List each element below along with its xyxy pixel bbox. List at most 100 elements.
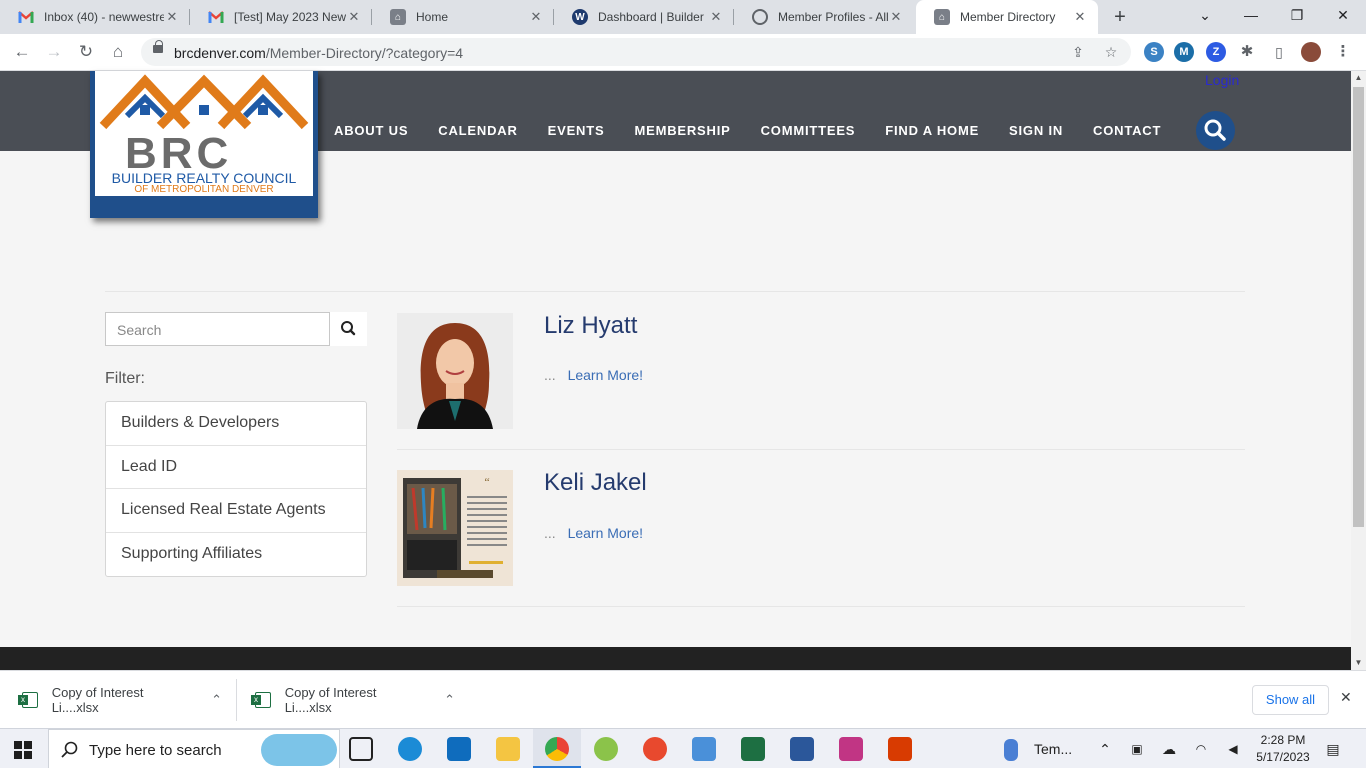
wifi-icon[interactable]: ◠ (1190, 729, 1212, 768)
show-all-downloads-button[interactable]: Show all (1252, 685, 1329, 715)
address-bar[interactable]: brcdenver.com/Member-Directory/?category… (141, 38, 1131, 66)
excel-file-icon (251, 692, 271, 708)
nav-committees[interactable]: COMMITTEES (761, 123, 856, 138)
tab-search-icon[interactable]: ⌄ (1182, 0, 1228, 32)
new-tab-button[interactable]: + (1108, 5, 1132, 29)
chevron-up-icon[interactable]: ⌃ (211, 692, 222, 708)
cloud-icon[interactable]: ☁ (1158, 729, 1180, 768)
nav-contact[interactable]: CONTACT (1093, 123, 1161, 138)
close-tab-icon[interactable]: ✕ (708, 9, 724, 25)
search-highlight-icon (261, 734, 337, 766)
filter-licensed-agents[interactable]: Licensed Real Estate Agents (106, 489, 366, 533)
tab-inbox[interactable]: Inbox (40) - newwestre ✕ (0, 0, 190, 34)
filter-builders-developers[interactable]: Builders & Developers (106, 402, 366, 446)
side-panel-icon[interactable]: ▯ (1269, 42, 1289, 62)
forward-button[interactable]: → (42, 40, 66, 64)
reload-button[interactable]: ↻ (74, 40, 98, 64)
windows-start-icon[interactable] (14, 741, 32, 762)
learn-more-link[interactable]: Learn More! (568, 525, 643, 541)
scroll-down-icon[interactable]: ▼ (1351, 656, 1366, 670)
task-view-icon[interactable] (349, 737, 373, 761)
chrome-taskbar-button[interactable] (533, 729, 581, 768)
lock-icon[interactable] (153, 40, 163, 53)
profile-avatar[interactable] (1301, 42, 1321, 62)
browser-tab-strip: Inbox (40) - newwestre ✕ [Test] May 2023… (0, 0, 1366, 34)
extension-icon[interactable]: M (1174, 42, 1194, 62)
tab-member-profiles[interactable]: Member Profiles - AllP ✕ (734, 0, 914, 34)
nav-events[interactable]: EVENTS (548, 123, 605, 138)
download-item[interactable]: Copy of Interest Li....xlsx ⌃ (18, 671, 222, 729)
browser-menu-icon[interactable]: ⋮ (1333, 42, 1353, 62)
excel-icon[interactable] (741, 737, 765, 761)
chevron-up-icon[interactable]: ⌃ (1094, 729, 1116, 768)
windows-taskbar: Type here to search Tem... ⌃ ▣ ☁ ◠ ◀ 2:2… (0, 728, 1366, 768)
directory-search-button[interactable] (330, 312, 367, 346)
scrollbar-thumb[interactable] (1353, 87, 1364, 527)
tab-dashboard[interactable]: W Dashboard | Builder Re ✕ (554, 0, 734, 34)
volume-icon[interactable]: ◀ (1222, 729, 1244, 768)
divider (397, 449, 1245, 450)
edge-icon[interactable] (398, 737, 422, 761)
contacts-icon[interactable] (692, 737, 716, 761)
extension-icon[interactable]: S (1144, 42, 1164, 62)
browser-toolbar: ← → ↻ ⌂ brcdenver.com/Member-Directory/?… (0, 34, 1366, 71)
filter-lead-id[interactable]: Lead ID (106, 446, 366, 489)
taskbar-search-box[interactable]: Type here to search (48, 729, 340, 768)
download-item[interactable]: Copy of Interest Li....xlsx ⌃ (251, 671, 455, 729)
member-name[interactable]: Liz Hyatt (544, 312, 637, 340)
excerpt-ellipsis: ... (544, 525, 556, 541)
back-button[interactable]: ← (10, 40, 34, 64)
app-icon[interactable] (888, 737, 912, 761)
site-search-button[interactable] (1196, 111, 1235, 150)
share-icon[interactable]: ⇪ (1069, 43, 1087, 61)
notifications-icon[interactable]: ▤ (1322, 729, 1344, 768)
close-tab-icon[interactable]: ✕ (164, 9, 180, 25)
minimize-button[interactable]: — (1228, 0, 1274, 32)
logo-panel: BRC BUILDER REALTY COUNCIL OF METROPOLIT… (95, 71, 313, 196)
extensions-puzzle-icon[interactable]: ✱ (1237, 42, 1257, 62)
mail-icon[interactable] (447, 737, 471, 761)
thermometer-icon[interactable] (1004, 739, 1018, 761)
member-photo[interactable]: “ (397, 470, 513, 586)
nav-calendar[interactable]: CALENDAR (438, 123, 517, 138)
brc-logo[interactable]: BRC BUILDER REALTY COUNCIL OF METROPOLIT… (90, 71, 318, 218)
tab-title: Member Profiles - AllP (778, 10, 888, 24)
meet-icon[interactable]: ▣ (1126, 729, 1148, 768)
nav-sign-in[interactable]: SIGN IN (1009, 123, 1063, 138)
home-button[interactable]: ⌂ (106, 40, 130, 64)
filter-supporting-affiliates[interactable]: Supporting Affiliates (106, 533, 366, 577)
member-photo[interactable] (397, 313, 513, 429)
app-icon[interactable] (594, 737, 618, 761)
weather-widget[interactable]: Tem... (1024, 729, 1084, 768)
word-icon[interactable] (790, 737, 814, 761)
close-tab-icon[interactable]: ✕ (528, 9, 544, 25)
close-tab-icon[interactable]: ✕ (1072, 9, 1088, 25)
login-link[interactable]: Login (1205, 72, 1239, 88)
restore-button[interactable]: ❐ (1274, 0, 1320, 32)
nav-about-us[interactable]: ABOUT US (334, 123, 408, 138)
page-scrollbar[interactable]: ▲ ▼ (1351, 71, 1366, 670)
site-footer (0, 647, 1351, 670)
bookmark-star-icon[interactable]: ☆ (1102, 43, 1120, 61)
app-icon[interactable] (643, 737, 667, 761)
nav-membership[interactable]: MEMBERSHIP (634, 123, 730, 138)
scroll-up-icon[interactable]: ▲ (1351, 71, 1366, 85)
close-downloads-icon[interactable]: ✕ (1340, 689, 1352, 706)
globe-icon (752, 9, 768, 25)
tab-test-news[interactable]: [Test] May 2023 News ✕ (190, 0, 372, 34)
zoom-extension-icon[interactable]: Z (1206, 42, 1226, 62)
system-clock[interactable]: 2:28 PM 5/17/2023 (1246, 732, 1320, 766)
chevron-up-icon[interactable]: ⌃ (444, 692, 455, 708)
instagram-icon[interactable] (839, 737, 863, 761)
file-explorer-icon[interactable] (496, 737, 520, 761)
learn-more-link[interactable]: Learn More! (568, 367, 643, 383)
close-tab-icon[interactable]: ✕ (346, 9, 362, 25)
directory-search-input[interactable]: Search (105, 312, 330, 346)
nav-find-a-home[interactable]: FIND A HOME (885, 123, 979, 138)
url-text: brcdenver.com/Member-Directory/?category… (174, 45, 464, 61)
close-tab-icon[interactable]: ✕ (888, 9, 904, 25)
tab-home[interactable]: ⌂ Home ✕ (372, 0, 554, 34)
close-window-button[interactable]: ✕ (1320, 0, 1366, 32)
member-name[interactable]: Keli Jakel (544, 469, 647, 497)
tab-member-directory[interactable]: ⌂ Member Directory ✕ (916, 0, 1098, 34)
